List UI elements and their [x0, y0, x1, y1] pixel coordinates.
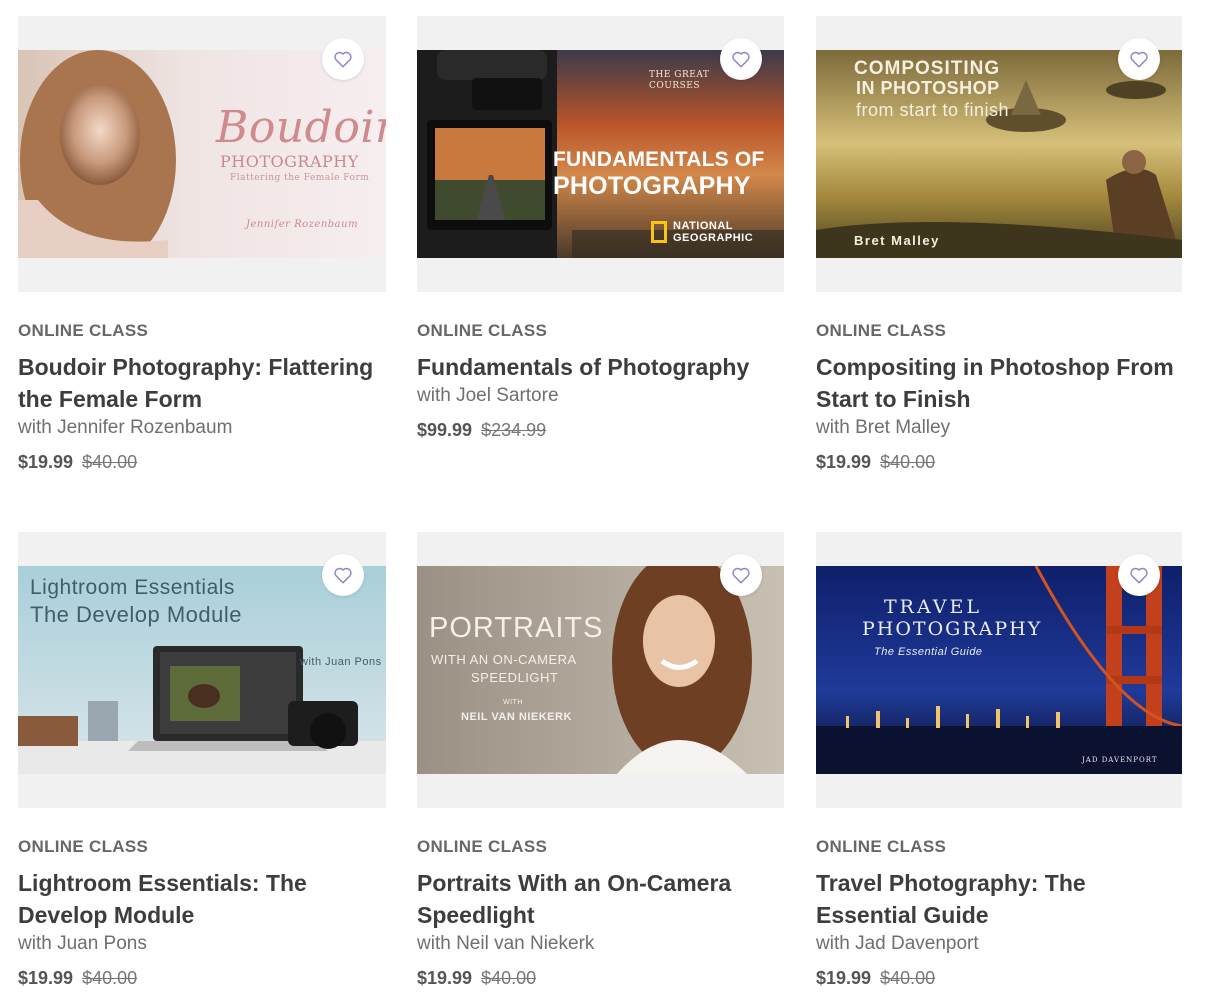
heart-icon — [732, 567, 750, 584]
art-subtitle: PHOTOGRAPHY — [862, 618, 1043, 640]
art-tagline: Flattering the Female Form — [230, 173, 370, 183]
course-type-label: ONLINE CLASS — [816, 837, 947, 856]
art-title: Boudoir — [216, 102, 386, 153]
course-title-link[interactable]: Travel Photography: The Essential Guide — [816, 867, 1182, 931]
heart-icon — [732, 51, 750, 68]
heart-icon — [1130, 567, 1148, 584]
course-author: with Jennifer Rozenbaum — [18, 417, 233, 438]
natgeo-logo — [651, 221, 667, 243]
art-brand: THE GREAT COURSES — [649, 70, 710, 91]
course-type-label: ONLINE CLASS — [816, 321, 947, 340]
course-author: with Jad Davenport — [816, 933, 979, 954]
sale-price: $99.99 — [417, 420, 473, 440]
art-tagline: The Essential Guide — [874, 646, 983, 658]
original-price: $40.00 — [82, 452, 138, 472]
art-title: PORTRAITS — [429, 612, 604, 644]
wishlist-button[interactable] — [1118, 38, 1160, 80]
sale-price: $19.99 — [816, 968, 872, 988]
original-price: $40.00 — [481, 968, 537, 988]
course-thumbnail[interactable]: Lightroom Essentials The Develop Module … — [18, 532, 386, 808]
course-card[interactable]: Lightroom Essentials The Develop Module … — [18, 532, 386, 989]
course-type-label: ONLINE CLASS — [417, 837, 548, 856]
course-type-label: ONLINE CLASS — [417, 321, 548, 340]
course-card[interactable]: TRAVEL PHOTOGRAPHY The Essential Guide J… — [816, 532, 1182, 989]
course-thumbnail[interactable]: THE GREAT COURSES FUNDAMENTALS OF PHOTOG… — [417, 16, 784, 292]
art-title: TRAVEL — [884, 596, 982, 618]
art-subtitle: The Develop Module — [30, 602, 243, 627]
course-title-link[interactable]: Fundamentals of Photography — [417, 351, 784, 383]
course-card[interactable]: PORTRAITS WITH AN ON-CAMERA SPEEDLIGHT W… — [417, 532, 784, 989]
course-thumbnail[interactable]: COMPOSITING IN PHOTOSHOP from start to f… — [816, 16, 1182, 292]
heart-icon — [334, 567, 352, 584]
sale-price: $19.99 — [417, 968, 473, 988]
course-price: $19.99 $40.00 — [816, 451, 1182, 473]
art-author: JAD DAVENPORT — [1082, 756, 1158, 764]
course-thumbnail[interactable]: PORTRAITS WITH AN ON-CAMERA SPEEDLIGHT W… — [417, 532, 784, 808]
art-partner: NATIONAL GEOGRAPHIC — [673, 220, 754, 244]
heart-icon — [334, 51, 352, 68]
art-author: Bret Malley — [854, 233, 940, 248]
wishlist-button[interactable] — [720, 38, 762, 80]
course-card[interactable]: COMPOSITING IN PHOTOSHOP from start to f… — [816, 16, 1182, 473]
course-title-link[interactable]: Portraits With an On-Camera Speedlight — [417, 867, 784, 931]
art-author: Jennifer Rozenbaum — [246, 219, 359, 230]
course-artwork — [816, 566, 1182, 774]
course-price: $19.99 $40.00 — [417, 967, 784, 989]
wishlist-button[interactable] — [322, 554, 364, 596]
original-price: $40.00 — [880, 452, 936, 472]
art-tagline: SPEEDLIGHT — [471, 670, 559, 685]
original-price: $40.00 — [880, 968, 936, 988]
art-subtitle: WITH AN ON-CAMERA — [431, 652, 577, 667]
course-price: $19.99 $40.00 — [816, 967, 1182, 989]
course-type-label: ONLINE CLASS — [18, 837, 149, 856]
art-with: WITH — [503, 699, 523, 706]
course-title-link[interactable]: Lightroom Essentials: The Develop Module — [18, 867, 386, 931]
wishlist-button[interactable] — [322, 38, 364, 80]
course-type-label: ONLINE CLASS — [18, 321, 149, 340]
course-price: $19.99 $40.00 — [18, 451, 386, 473]
sale-price: $19.99 — [18, 452, 74, 472]
art-tagline: from start to finish — [856, 100, 1010, 120]
course-author: with Juan Pons — [18, 933, 147, 954]
art-author: NEIL VAN NIEKERK — [461, 711, 572, 723]
course-author: with Bret Malley — [816, 417, 951, 438]
course-thumbnail[interactable]: Boudoir PHOTOGRAPHY Flattering the Femal… — [18, 16, 386, 292]
course-card[interactable]: Boudoir PHOTOGRAPHY Flattering the Femal… — [18, 16, 386, 473]
art-subtitle: PHOTOGRAPHY — [553, 172, 751, 200]
heart-icon — [1130, 51, 1148, 68]
course-title-link[interactable]: Compositing in Photoshop From Start to F… — [816, 351, 1182, 415]
course-thumbnail[interactable]: TRAVEL PHOTOGRAPHY The Essential Guide J… — [816, 532, 1182, 808]
wishlist-button[interactable] — [720, 554, 762, 596]
sale-price: $19.99 — [816, 452, 872, 472]
art-subtitle: PHOTOGRAPHY — [220, 152, 359, 171]
art-author: with Juan Pons — [300, 656, 382, 668]
course-title-link[interactable]: Boudoir Photography: Flattering the Fema… — [18, 351, 386, 415]
course-price: $19.99 $40.00 — [18, 967, 386, 989]
art-title: FUNDAMENTALS OF — [553, 148, 765, 171]
art-title: Lightroom Essentials — [30, 576, 235, 599]
art-subtitle: IN PHOTOSHOP — [856, 78, 1000, 98]
original-price: $234.99 — [481, 420, 547, 440]
sale-price: $19.99 — [18, 968, 74, 988]
wishlist-button[interactable] — [1118, 554, 1160, 596]
course-author: with Neil van Niekerk — [417, 933, 595, 954]
original-price: $40.00 — [82, 968, 138, 988]
art-title: COMPOSITING — [854, 58, 1001, 79]
course-card[interactable]: THE GREAT COURSES FUNDAMENTALS OF PHOTOG… — [417, 16, 784, 441]
course-author: with Joel Sartore — [417, 385, 559, 406]
course-price: $99.99 $234.99 — [417, 419, 784, 441]
